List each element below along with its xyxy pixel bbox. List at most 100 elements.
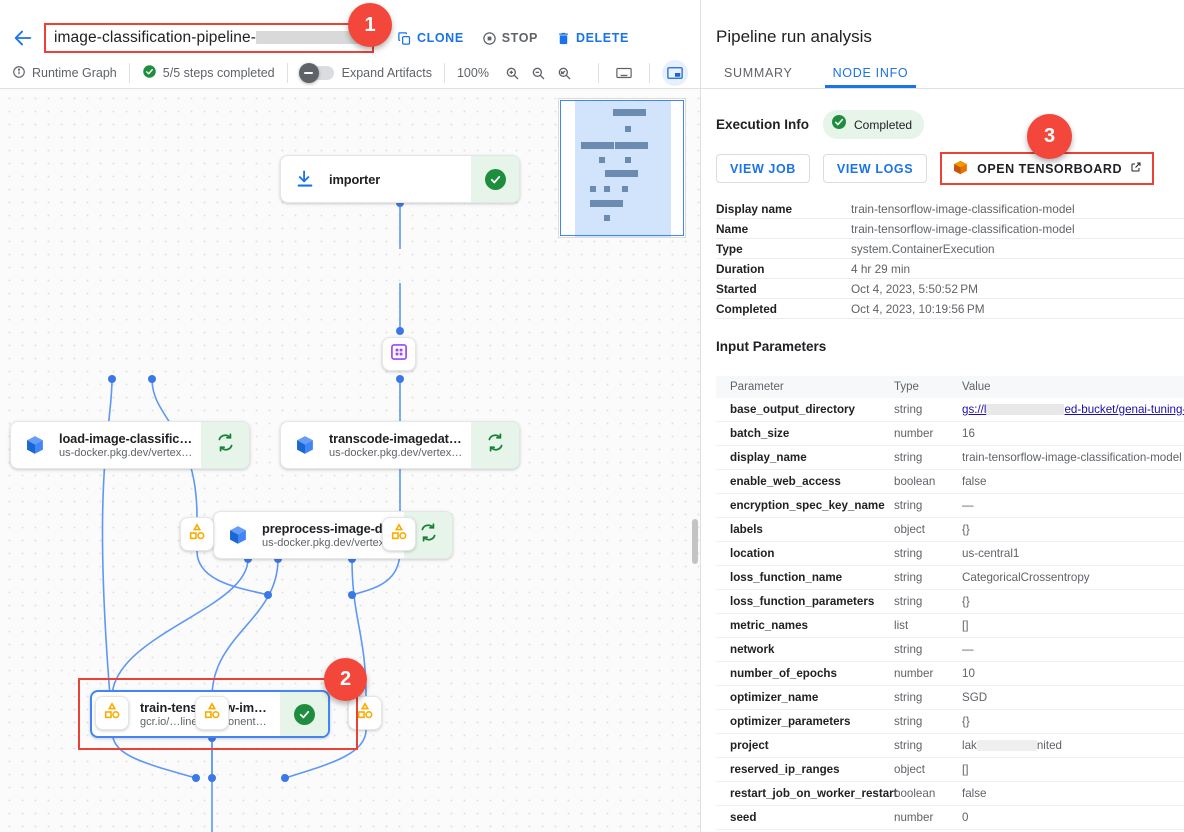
- run-title-prefix: image-classification-pipeline-: [54, 29, 256, 46]
- param-type: string: [894, 691, 962, 704]
- minimap-node: [625, 126, 631, 132]
- runtime-graph-label: Runtime Graph: [32, 66, 117, 80]
- param-value: 10: [962, 667, 1184, 680]
- minimap-node: [590, 200, 623, 207]
- retry-icon: [485, 432, 506, 458]
- param-type: number: [894, 427, 962, 440]
- stop-button[interactable]: STOP: [475, 26, 545, 51]
- annotation-badge-3-label: 3: [1044, 125, 1055, 148]
- expand-artifacts-toggle[interactable]: [300, 66, 334, 80]
- graph-artifact-system-dataset[interactable]: [382, 337, 416, 371]
- param-type: list: [894, 619, 962, 632]
- param-type: object: [894, 523, 962, 536]
- info-row: Typesystem.ContainerExecution: [716, 239, 1184, 259]
- container-cube-icon: [281, 422, 329, 468]
- view-job-button[interactable]: VIEW JOB: [716, 154, 810, 183]
- runtime-graph-item[interactable]: Runtime Graph: [0, 58, 129, 88]
- param-name: optimizer_parameters: [716, 715, 894, 728]
- column-header-parameter: Parameter: [716, 381, 894, 393]
- delete-button[interactable]: DELETE: [549, 26, 636, 51]
- check-circle-icon: [294, 704, 315, 725]
- check-circle-icon: [831, 114, 847, 135]
- zoom-reset-icon[interactable]: [551, 60, 577, 86]
- panel-tabs: SUMMARY NODE INFO: [701, 60, 1184, 89]
- redacted-segment: [986, 404, 1064, 415]
- param-name: optimizer_name: [716, 691, 894, 704]
- steps-completed-item: 5/5 steps completed: [130, 58, 287, 88]
- table-header-row: Parameter Type Value: [716, 376, 1184, 398]
- param-value-link[interactable]: gs://led-bucket/genai-tuning-exper: [962, 403, 1184, 416]
- param-value: false: [962, 787, 1184, 800]
- info-value: Oct 4, 2023, 10:19:56 PM: [851, 302, 985, 316]
- column-header-value: Value: [962, 381, 1184, 393]
- info-row: CompletedOct 4, 2023, 10:19:56 PM: [716, 299, 1184, 319]
- graph-artifact-shapes-5[interactable]: [348, 696, 382, 730]
- view-logs-button[interactable]: VIEW LOGS: [823, 154, 927, 183]
- minimap-node: [604, 215, 610, 221]
- graph-node-preprocess-image-data[interactable]: preprocess-image-data us-docker.pkg.dev/…: [213, 511, 453, 559]
- minimap-toggle-icon[interactable]: [662, 60, 688, 86]
- minimap-frame: [560, 100, 684, 236]
- annotation-badge-1: 1: [348, 3, 392, 47]
- trash-icon: [556, 31, 571, 46]
- param-name: batch_size: [716, 427, 894, 440]
- param-name: loss_function_name: [716, 571, 894, 584]
- graph-node-transcode-imagedataset[interactable]: transcode-imagedataset-… us-docker.pkg.d…: [280, 421, 520, 469]
- table-row: enable_web_accessbooleanfalse: [716, 470, 1184, 494]
- table-row: metric_nameslist[]: [716, 614, 1184, 638]
- canvas-scrollbar[interactable]: [692, 519, 698, 564]
- table-row: base_output_directorystringgs://led-buck…: [716, 398, 1184, 422]
- param-value: []: [962, 619, 1184, 632]
- back-arrow-icon[interactable]: [8, 23, 38, 53]
- clone-label: CLONE: [417, 31, 464, 45]
- status-badge: Completed: [823, 110, 924, 139]
- param-value: false: [962, 475, 1184, 488]
- tab-summary[interactable]: SUMMARY: [716, 66, 801, 88]
- page-title: image-classification-pipeline-048: [54, 29, 374, 47]
- table-row: encryption_spec_key_namestring—: [716, 494, 1184, 518]
- open-tensorboard-label: OPEN TENSORBOARD: [977, 162, 1122, 176]
- node-subtitle: us-docker.pkg.dev/vertex-ai/r…: [59, 447, 193, 459]
- copy-icon: [397, 31, 412, 46]
- info-row: Duration4 hr 29 min: [716, 259, 1184, 279]
- keyboard-shortcuts-icon[interactable]: [611, 60, 637, 86]
- artifact-shapes-icon: [102, 701, 122, 726]
- zoom-out-icon[interactable]: [525, 60, 551, 86]
- pipeline-graph-canvas[interactable]: importer load-image-classificatio… us-do…: [0, 89, 700, 832]
- graph-node-load-image-classification[interactable]: load-image-classificatio… us-docker.pkg.…: [10, 421, 250, 469]
- param-type: string: [894, 643, 962, 656]
- graph-artifact-shapes-1[interactable]: [180, 517, 214, 551]
- param-value: []: [962, 763, 1184, 776]
- table-row: seednumber0: [716, 806, 1184, 830]
- graph-minimap[interactable]: [558, 98, 686, 238]
- param-name: enable_web_access: [716, 475, 894, 488]
- steps-completed-label: 5/5 steps completed: [163, 66, 275, 80]
- table-row: batch_sizenumber16: [716, 422, 1184, 446]
- param-value[interactable]: gs://led-bucket/genai-tuning-exper: [962, 403, 1184, 416]
- param-type: number: [894, 811, 962, 824]
- stop-label: STOP: [502, 31, 538, 45]
- param-value: —: [962, 643, 1184, 656]
- graph-artifact-shapes-3[interactable]: [95, 696, 129, 730]
- info-key: Duration: [716, 262, 851, 276]
- clone-button[interactable]: CLONE: [390, 26, 471, 51]
- node-subtitle: us-docker.pkg.dev/vertex-ai/r…: [329, 447, 463, 459]
- external-link-icon: [1130, 161, 1142, 176]
- tab-node-info[interactable]: NODE INFO: [825, 66, 917, 88]
- graph-artifact-shapes-4[interactable]: [195, 696, 229, 730]
- graph-artifact-shapes-2[interactable]: [382, 517, 416, 551]
- param-value: {}: [962, 715, 1184, 728]
- stop-circle-icon: [482, 31, 497, 46]
- param-value: CategoricalCrossentropy: [962, 571, 1184, 584]
- expand-artifacts-control[interactable]: Expand Artifacts: [288, 66, 444, 80]
- input-parameters-table: Parameter Type Value base_output_directo…: [716, 376, 1184, 830]
- table-row: projectstringlaknited: [716, 734, 1184, 758]
- node-subtitle: us-docker.pkg.dev/vertex-ai/r…: [262, 537, 396, 549]
- info-row: StartedOct 4, 2023, 5:50:52 PM: [716, 279, 1184, 299]
- annotation-badge-2-label: 2: [340, 668, 351, 691]
- info-value: 4 hr 29 min: [851, 262, 910, 276]
- graph-node-importer[interactable]: importer: [280, 155, 520, 203]
- panel-title: Pipeline run analysis: [716, 27, 872, 47]
- param-value: 16: [962, 427, 1184, 440]
- zoom-in-icon[interactable]: [499, 60, 525, 86]
